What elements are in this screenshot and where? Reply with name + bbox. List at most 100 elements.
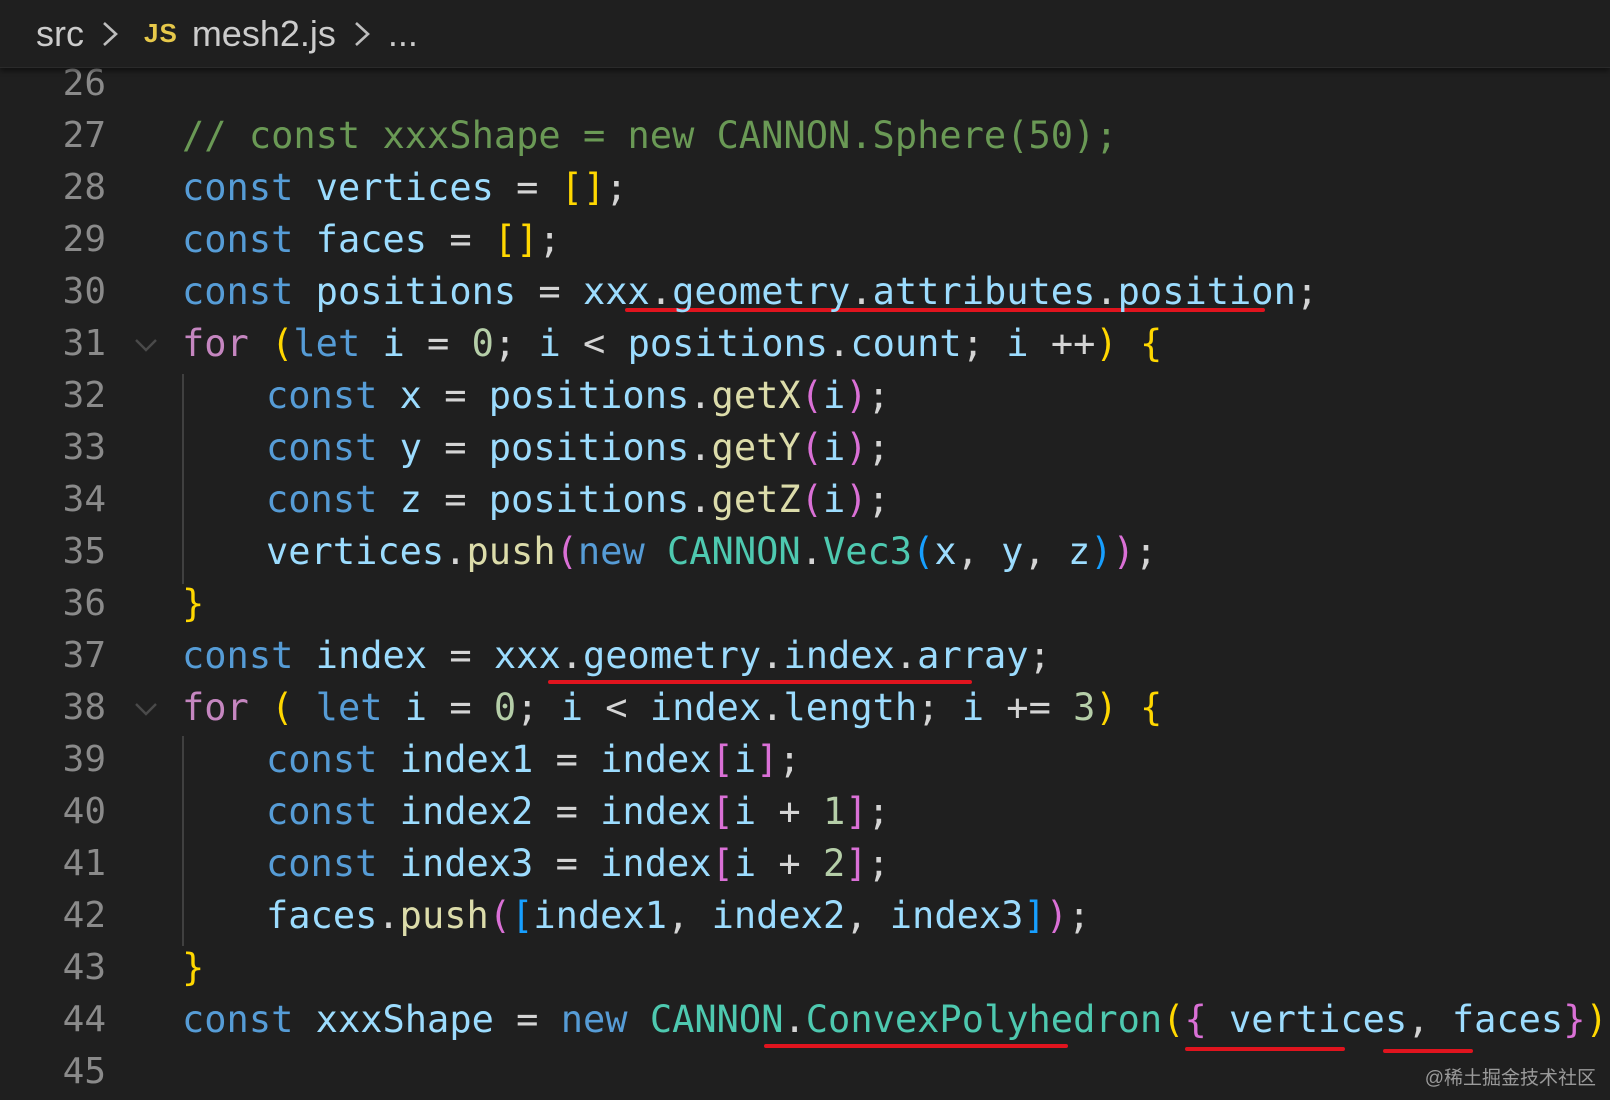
- code-text: const index3 = index[i + 2];: [266, 838, 890, 890]
- code-token: (: [1162, 998, 1185, 1041]
- code-line[interactable]: 28 const vertices = [];: [0, 162, 1610, 214]
- line-number: 37: [62, 635, 106, 676]
- code-token: (: [800, 374, 823, 417]
- code-text: faces.push([index1, index2, index3]);: [266, 890, 1090, 942]
- code-token: .: [377, 894, 400, 937]
- code-token: new: [577, 530, 645, 573]
- code-line[interactable]: 37 const index = xxx.geometry.index.array…: [0, 630, 1610, 682]
- code-line[interactable]: 29 const faces = [];: [0, 214, 1610, 266]
- code-token: 0: [471, 322, 494, 365]
- breadcrumb-symbols[interactable]: ...: [388, 13, 418, 55]
- code-token: =: [421, 374, 489, 417]
- code-token: getZ: [711, 478, 801, 521]
- code-token: ;: [961, 322, 1007, 365]
- breadcrumb-file[interactable]: mesh2.js: [192, 13, 336, 55]
- line-number: 33: [62, 427, 106, 468]
- code-token: z: [1068, 530, 1091, 573]
- code-token: (: [271, 322, 294, 365]
- code-token: i: [822, 478, 846, 521]
- code-line[interactable]: 43}: [0, 942, 1610, 994]
- code-token: positions: [488, 374, 690, 417]
- code-token: faces: [315, 218, 428, 261]
- code-token: ]: [1023, 894, 1046, 937]
- code-token: .: [1095, 270, 1118, 313]
- code-token: 2: [822, 842, 846, 885]
- code-line[interactable]: 32 const x = positions.getX(i);: [0, 370, 1610, 422]
- code-token: i: [538, 322, 561, 365]
- code-line[interactable]: 44 const xxxShape = new CANNON.ConvexPoly…: [0, 994, 1610, 1046]
- code-line[interactable]: 42 faces.push([index1, index2, index3]);: [0, 890, 1610, 942]
- code-line[interactable]: 35 vertices.push(new CANNON.Vec3(x, y, z)…: [0, 526, 1610, 578]
- code-line[interactable]: 31 for (let i = 0; i < positions.count; i…: [0, 318, 1610, 370]
- code-token: .: [761, 686, 784, 729]
- code-token: x: [399, 374, 422, 417]
- code-token: faces: [266, 894, 378, 937]
- code-line[interactable]: 38 for ( let i = 0; i < index.length; i +…: [0, 682, 1610, 734]
- code-token: xxx: [493, 634, 561, 677]
- code-token: ): [845, 478, 868, 521]
- code-editor-window: src JS mesh2.js ... 26 27// const xxxShap…: [0, 0, 1610, 1100]
- code-token: ): [1095, 322, 1118, 365]
- code-token: CANNON: [649, 998, 784, 1041]
- fold-chevron-icon[interactable]: [126, 682, 166, 734]
- code-token: i: [961, 686, 985, 729]
- code-token: i: [733, 790, 757, 833]
- code-token: let: [293, 322, 361, 365]
- code-line[interactable]: 39 const index1 = index[i];: [0, 734, 1610, 786]
- code-text: const index2 = index[i + 1];: [266, 786, 890, 838]
- code-token: positions: [315, 270, 517, 313]
- code-token: ;: [778, 738, 801, 781]
- chevron-right-icon: [103, 21, 118, 46]
- code-token: const: [182, 998, 294, 1041]
- code-line[interactable]: 40 const index2 = index[i + 1];: [0, 786, 1610, 838]
- code-token: +: [756, 842, 823, 885]
- code-token: Vec3: [822, 530, 913, 573]
- code-token: <: [560, 322, 628, 365]
- code-line[interactable]: 34 const z = positions.getZ(i);: [0, 474, 1610, 526]
- code-line[interactable]: 27 // const xxxShape = new CANNON.Sphere(…: [0, 110, 1610, 162]
- code-token: (: [800, 426, 823, 469]
- line-number: 28: [62, 167, 106, 208]
- code-token: ): [845, 426, 868, 469]
- code-token: .: [800, 530, 823, 573]
- code-line[interactable]: 36}: [0, 578, 1610, 630]
- code-token: const: [266, 738, 378, 781]
- code-token: i: [822, 374, 846, 417]
- code-token: index: [600, 738, 712, 781]
- breadcrumb-folder[interactable]: src: [36, 13, 84, 55]
- code-line[interactable]: 45: [0, 1046, 1610, 1098]
- line-number: 34: [62, 479, 106, 520]
- fold-chevron-icon[interactable]: [126, 318, 166, 370]
- code-token: =: [421, 478, 489, 521]
- code-text: // const xxxShape = new CANNON.Sphere(50…: [182, 110, 1118, 162]
- line-number: 44: [62, 999, 106, 1040]
- line-number: 30: [62, 271, 106, 312]
- code-token: ]: [845, 842, 868, 885]
- code-text: const xxxShape = new CANNON.ConvexPolyhe…: [182, 994, 1608, 1046]
- code-text: const index1 = index[i];: [266, 734, 801, 786]
- code-token: ;: [605, 166, 628, 209]
- code-token: ): [1112, 530, 1135, 573]
- code-token: ]: [756, 738, 779, 781]
- code-token: ;: [867, 842, 890, 885]
- code-line[interactable]: 30 const positions = xxx.geometry.attribu…: [0, 266, 1610, 318]
- code-token: ;: [1134, 530, 1158, 573]
- breadcrumb: src JS mesh2.js ...: [0, 0, 1610, 68]
- code-line[interactable]: 33 const y = positions.getY(i);: [0, 422, 1610, 474]
- code-line[interactable]: 41 const index3 = index[i + 2];: [0, 838, 1610, 890]
- code-token: CANNON: [667, 530, 801, 573]
- editor-text-area[interactable]: 26 27// const xxxShape = new CANNON.Spher…: [0, 63, 1610, 1100]
- code-token: .: [444, 530, 467, 573]
- code-token: ;: [1028, 634, 1051, 677]
- code-token: i: [733, 738, 757, 781]
- code-token: index3: [889, 894, 1024, 937]
